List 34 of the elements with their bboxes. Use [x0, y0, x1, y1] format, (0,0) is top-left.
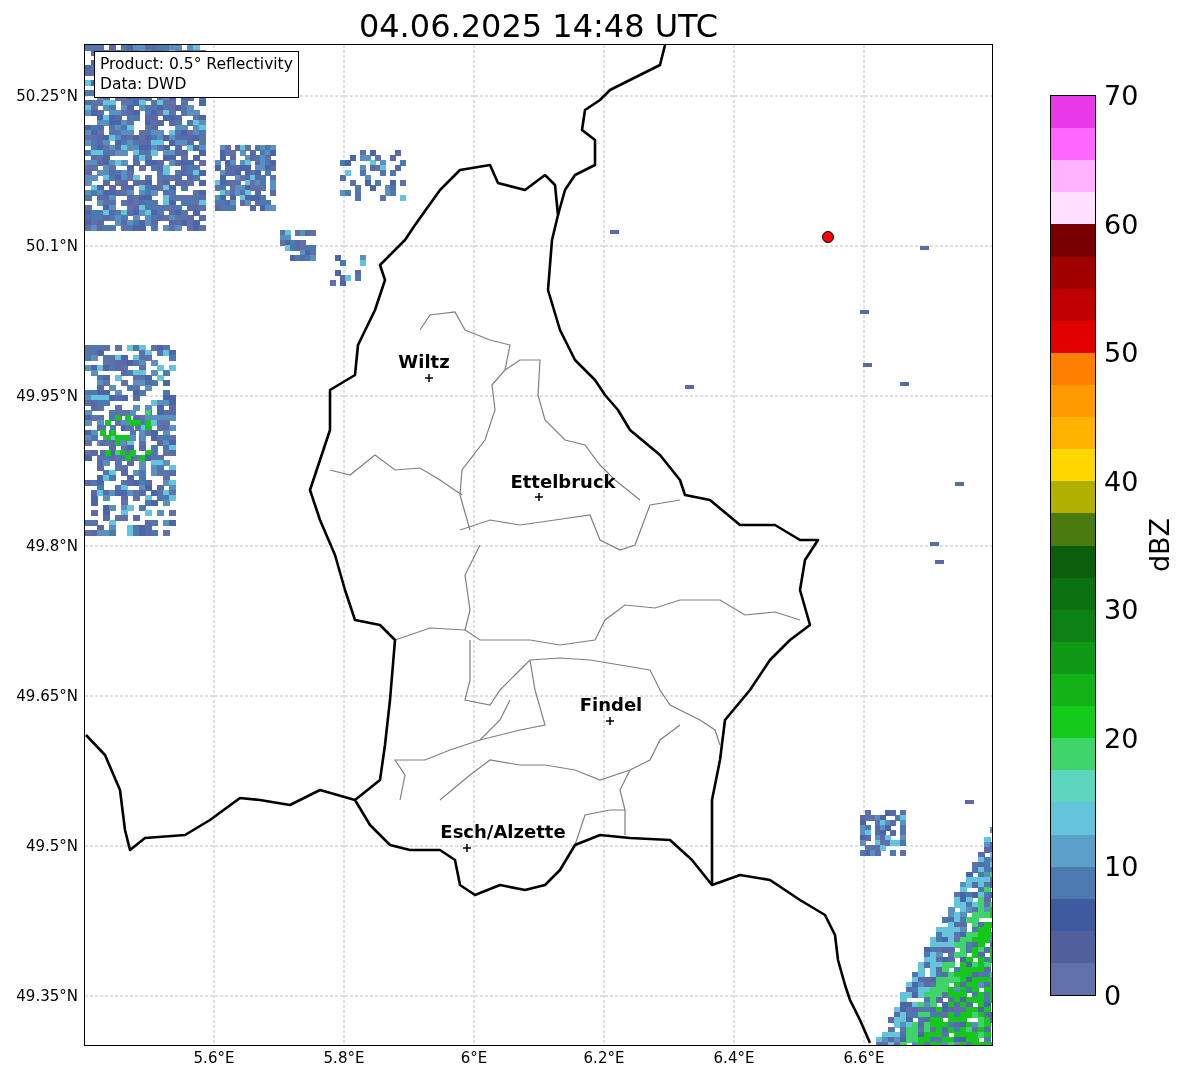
- colorbar-tick-label: 40: [1104, 466, 1139, 497]
- axis-tick-label: 6.6°E: [843, 1049, 885, 1067]
- axis-tick-label: 49.65°N: [16, 687, 78, 705]
- axis-tick-label: 49.5°N: [25, 837, 78, 855]
- axis-tick-label: 50.1°N: [25, 237, 78, 255]
- axis-tick-label: 49.8°N: [25, 537, 78, 555]
- colorbar-tick-label: 50: [1104, 338, 1139, 369]
- city-marker-icon: [462, 843, 472, 853]
- info-text: Product: 0.5° Reflectivity: [100, 54, 293, 74]
- city-marker-icon: [534, 492, 544, 502]
- axis-tick-label: 6.2°E: [583, 1049, 625, 1067]
- city-marker-icon: [605, 716, 615, 726]
- colorbar-tick-label: 70: [1104, 81, 1139, 111]
- colorbar-tick-label: 20: [1104, 723, 1139, 754]
- city-label: Findel: [579, 694, 643, 715]
- axis-tick-label: 50.25°N: [16, 87, 78, 105]
- colorbar-tick-label: 30: [1104, 595, 1139, 626]
- axis-tick-label: 5.6°E: [193, 1049, 235, 1067]
- location-dot: [822, 231, 834, 243]
- city-label: Ettelbruck: [510, 471, 616, 492]
- info-text: Data: DWD: [100, 74, 188, 94]
- city-label: Wiltz: [398, 351, 450, 372]
- colorbar-label: dBZ: [1143, 516, 1176, 575]
- colorbar-tick-label: 0: [1104, 981, 1122, 1011]
- colorbar-tick-label: 60: [1104, 209, 1139, 240]
- axis-tick-label: 6°E: [460, 1049, 488, 1067]
- city-label: Esch/Alzette: [440, 821, 566, 842]
- city-marker-icon: [424, 373, 434, 383]
- axis-tick-label: 49.35°N: [16, 987, 78, 1005]
- axis-tick-label: 49.95°N: [16, 387, 78, 405]
- axis-tick-label: 6.4°E: [713, 1049, 755, 1067]
- colorbar-tick-label: 10: [1104, 852, 1139, 883]
- chart-title: 04.06.2025 14:48 UTC: [357, 6, 720, 46]
- axis-tick-label: 5.8°E: [323, 1049, 365, 1067]
